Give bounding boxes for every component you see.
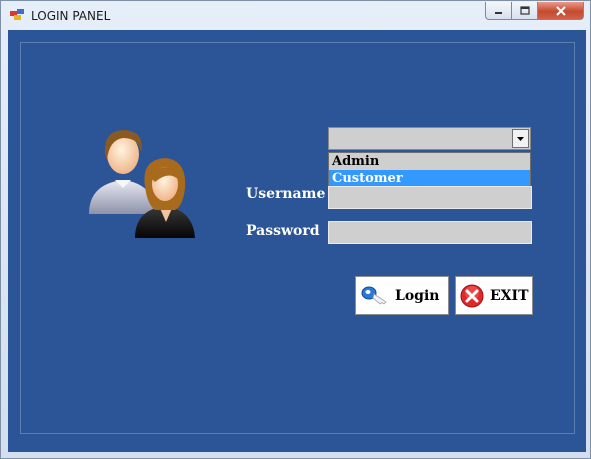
login-panel: Username Password Admin Customer Login E…: [8, 30, 586, 452]
exit-icon: [460, 284, 484, 307]
maximize-button[interactable]: [512, 2, 538, 20]
role-option-customer[interactable]: Customer: [329, 170, 530, 187]
users-icon: [89, 130, 195, 238]
role-select[interactable]: [328, 127, 531, 150]
username-field[interactable]: [328, 186, 532, 209]
role-option-admin[interactable]: Admin: [329, 153, 530, 170]
chevron-down-icon: [517, 136, 524, 141]
password-label: Password: [246, 223, 320, 239]
close-button[interactable]: [538, 2, 584, 20]
login-label: Login: [395, 287, 440, 304]
key-icon: [361, 286, 387, 305]
login-window: LOGIN PANEL Username Password Admin Cust…: [0, 0, 591, 459]
username-label: Username: [246, 186, 326, 202]
login-button[interactable]: Login: [355, 276, 449, 315]
app-icon: [10, 9, 24, 20]
password-field[interactable]: [328, 221, 532, 244]
title-bar[interactable]: LOGIN PANEL: [1, 1, 590, 29]
exit-label: EXIT: [490, 287, 529, 304]
window-title: LOGIN PANEL: [31, 9, 111, 23]
close-icon: [555, 5, 566, 16]
maximize-icon: [519, 6, 530, 15]
exit-button[interactable]: EXIT: [455, 276, 533, 315]
role-dropdown-list: Admin Customer: [328, 152, 531, 188]
dropdown-button[interactable]: [512, 129, 529, 148]
minimize-icon: [495, 12, 502, 14]
minimize-button[interactable]: [485, 2, 512, 20]
